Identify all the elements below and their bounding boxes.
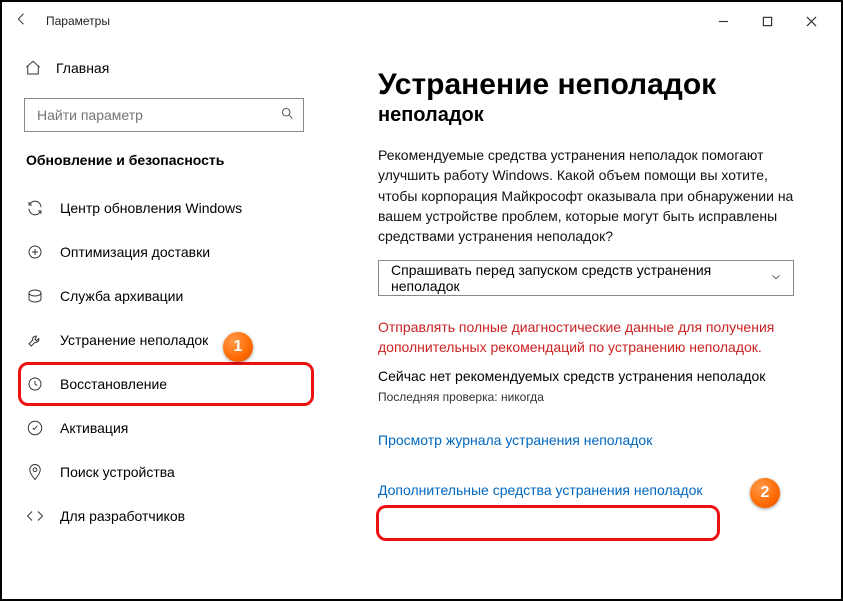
sidebar-item-label: Поиск устройства	[60, 464, 175, 480]
delivery-icon	[26, 243, 44, 261]
title-bar: Параметры	[2, 2, 841, 40]
history-link[interactable]: Просмотр журнала устранения неполадок	[378, 432, 652, 448]
location-icon	[26, 463, 44, 481]
page-title: Устранение неполадок	[378, 68, 813, 102]
dropdown-value: Спрашивать перед запуском средств устран…	[391, 262, 769, 294]
sidebar-item-backup[interactable]: Служба архивации	[24, 274, 304, 318]
recovery-icon	[26, 375, 44, 393]
sidebar-item-label: Устранение неполадок	[60, 332, 208, 348]
sidebar: Главная Обновление и безопасность Центр …	[2, 40, 322, 599]
sidebar-item-activation[interactable]: Активация	[24, 406, 304, 450]
additional-troubleshooters-link[interactable]: Дополнительные средства устранения непол…	[378, 482, 703, 498]
backup-icon	[26, 287, 44, 305]
last-check-text: Последняя проверка: никогда	[378, 390, 813, 404]
sidebar-item-windows-update[interactable]: Центр обновления Windows	[24, 186, 304, 230]
code-icon	[26, 507, 44, 525]
sidebar-item-recovery[interactable]: Восстановление	[24, 362, 304, 406]
home-icon	[24, 59, 42, 77]
main-panel: Устранение неполадок неполадок Рекоменду…	[322, 40, 841, 599]
sidebar-item-label: Центр обновления Windows	[60, 200, 242, 216]
back-button[interactable]	[10, 10, 34, 33]
sidebar-item-troubleshoot[interactable]: Устранение неполадок	[24, 318, 304, 362]
sidebar-item-label: Оптимизация доставки	[60, 244, 210, 260]
sidebar-item-find-device[interactable]: Поиск устройства	[24, 450, 304, 494]
description-text: Рекомендуемые средства устранения непола…	[378, 145, 798, 246]
diagnostic-data-link[interactable]: Отправлять полные диагностические данные…	[378, 318, 798, 357]
sidebar-item-label: Для разработчиков	[60, 508, 185, 524]
search-box[interactable]	[24, 98, 304, 132]
no-recommend-text: Сейчас нет рекомендуемых средств устране…	[378, 368, 813, 384]
sidebar-item-label: Восстановление	[60, 376, 167, 392]
activation-icon	[26, 419, 44, 437]
close-button[interactable]	[789, 6, 833, 36]
minimize-button[interactable]	[701, 6, 745, 36]
sidebar-item-developers[interactable]: Для разработчиков	[24, 494, 304, 538]
sidebar-item-label: Активация	[60, 420, 128, 436]
window-title: Параметры	[46, 14, 110, 28]
search-icon	[280, 106, 295, 124]
page-subtitle: неполадок	[378, 104, 813, 127]
wrench-icon	[26, 331, 44, 349]
maximize-button[interactable]	[745, 6, 789, 36]
chevron-down-icon	[769, 270, 783, 287]
sidebar-item-label: Служба архивации	[60, 288, 183, 304]
sidebar-section-title: Обновление и безопасность	[26, 152, 304, 168]
search-input[interactable]	[35, 106, 280, 124]
sidebar-item-delivery-optimization[interactable]: Оптимизация доставки	[24, 230, 304, 274]
nav-home-label: Главная	[56, 60, 109, 76]
nav-home[interactable]: Главная	[24, 48, 304, 88]
refresh-icon	[26, 199, 44, 217]
troubleshoot-mode-dropdown[interactable]: Спрашивать перед запуском средств устран…	[378, 260, 794, 296]
